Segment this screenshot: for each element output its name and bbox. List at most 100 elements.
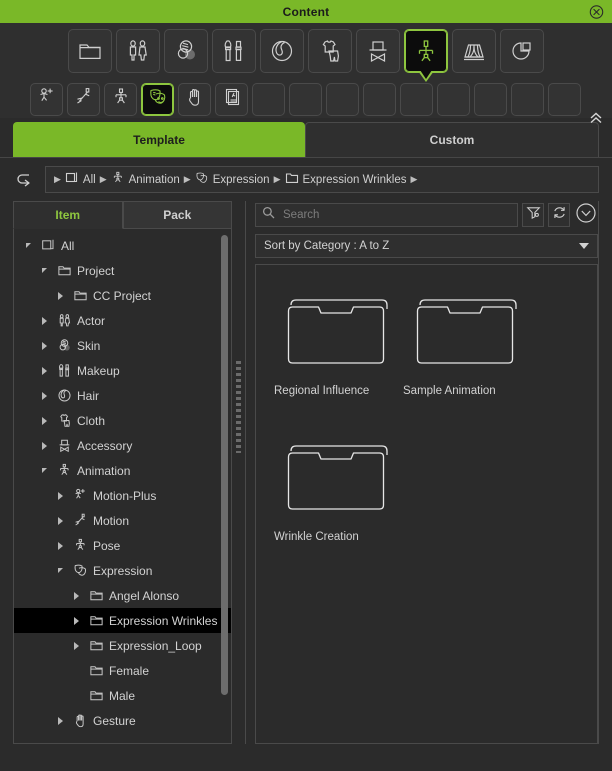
search-input[interactable] bbox=[281, 208, 511, 222]
breadcrumb-label-2: Expression bbox=[212, 173, 270, 186]
grid-item[interactable]: Regional Influence bbox=[274, 281, 403, 397]
tree-expand-toggle-closed[interactable] bbox=[54, 716, 67, 725]
toolbar2-slot-14[interactable] bbox=[511, 83, 544, 116]
tree-item-makeup[interactable]: Makeup bbox=[14, 358, 231, 383]
tree-expand-toggle-closed[interactable] bbox=[38, 416, 51, 425]
tree-expand-toggle-open[interactable] bbox=[22, 243, 35, 248]
toolbar-button-project[interactable] bbox=[68, 29, 112, 73]
toolbar2-button-script[interactable] bbox=[215, 83, 248, 116]
tree-item-accessory[interactable]: Accessory bbox=[14, 433, 231, 458]
toolbar-button-actor[interactable] bbox=[116, 29, 160, 73]
tab-template[interactable]: Template bbox=[13, 122, 305, 157]
toolbar2-button-gesture[interactable] bbox=[178, 83, 211, 116]
tree-item-skin[interactable]: Skin bbox=[14, 333, 231, 358]
content-grid[interactable]: Regional Influence Sample Animation Wrinkl… bbox=[255, 264, 598, 744]
tree-item-pose[interactable]: Pose bbox=[14, 533, 231, 558]
toolbar2-slot-11[interactable] bbox=[400, 83, 433, 116]
tab-item[interactable]: Item bbox=[13, 201, 123, 229]
toolbar-button-hair[interactable] bbox=[260, 29, 304, 73]
tree-item-project[interactable]: Project bbox=[14, 258, 231, 283]
tree-expand-toggle-closed[interactable] bbox=[70, 641, 83, 650]
tree-item-actor[interactable]: Actor bbox=[14, 308, 231, 333]
more-options-button[interactable] bbox=[574, 202, 598, 227]
breadcrumb-caret-0[interactable]: ▶ bbox=[54, 174, 61, 185]
toolbar2-slot-15[interactable] bbox=[548, 83, 581, 116]
search-field-wrapper[interactable] bbox=[255, 203, 518, 227]
tree-expand-toggle-closed[interactable] bbox=[54, 516, 67, 525]
sort-dropdown[interactable]: Sort by Category : A to Z bbox=[255, 234, 598, 258]
double-chevron-up-icon[interactable] bbox=[588, 111, 604, 130]
tree-expand-toggle-open[interactable] bbox=[38, 468, 51, 473]
panel-splitter[interactable] bbox=[232, 201, 245, 744]
breadcrumb-caret-4[interactable]: ▶ bbox=[410, 174, 417, 185]
breadcrumb[interactable]: ▶ All ▶ Animation ▶ Expression ▶ Express… bbox=[45, 166, 599, 193]
grid-item[interactable]: Wrinkle Creation bbox=[274, 427, 403, 543]
splitter-grip[interactable] bbox=[236, 361, 241, 453]
tree-item-cloth[interactable]: Cloth bbox=[14, 408, 231, 433]
toolbar-button-stage[interactable] bbox=[452, 29, 496, 73]
toolbar-button-skin[interactable] bbox=[164, 29, 208, 73]
tab-pack[interactable]: Pack bbox=[122, 201, 232, 229]
toolbar2-slot-9[interactable] bbox=[326, 83, 359, 116]
tree-expand-toggle-closed[interactable] bbox=[54, 541, 67, 550]
tree-expand-toggle-closed[interactable] bbox=[38, 441, 51, 450]
breadcrumb-item-expression-wrinkles[interactable]: Expression Wrinkles bbox=[285, 172, 406, 187]
toolbar2-button-pose[interactable] bbox=[104, 83, 137, 116]
refresh-button[interactable] bbox=[548, 203, 570, 227]
folder-thumb-icon bbox=[274, 427, 403, 525]
running-figure-icon bbox=[72, 513, 88, 529]
tree-expand-toggle-closed[interactable] bbox=[38, 341, 51, 350]
toolbar-button-makeup[interactable] bbox=[212, 29, 256, 73]
tree-item-all[interactable]: All bbox=[14, 233, 231, 258]
toolbar2-slot-10[interactable] bbox=[363, 83, 396, 116]
tree-expand-toggle-closed[interactable] bbox=[38, 366, 51, 375]
tree-item-hair[interactable]: Hair bbox=[14, 383, 231, 408]
tree-expand-toggle-open[interactable] bbox=[38, 268, 51, 273]
breadcrumb-item-expression[interactable]: Expression bbox=[195, 171, 270, 188]
toolbar2-button-motion[interactable] bbox=[67, 83, 100, 116]
item-pack-tabs: Item Pack bbox=[13, 201, 232, 229]
filter-settings-button[interactable] bbox=[522, 203, 544, 227]
breadcrumb-caret-2[interactable]: ▶ bbox=[184, 174, 191, 185]
close-icon[interactable] bbox=[589, 4, 604, 19]
tree-expand-toggle-closed[interactable] bbox=[70, 591, 83, 600]
tree-expand-toggle-closed[interactable] bbox=[38, 316, 51, 325]
tree-item-motion-plus[interactable]: Motion-Plus bbox=[14, 483, 231, 508]
tree-expand-toggle-closed[interactable] bbox=[54, 291, 67, 300]
tree-expand-toggle-closed[interactable] bbox=[38, 391, 51, 400]
category-tree[interactable]: All Project CC Project Actor Skin Makeup Hair C… bbox=[13, 229, 232, 744]
left-panel: Item Pack All Project CC Project Actor Skin M… bbox=[13, 201, 232, 744]
breadcrumb-item-all[interactable]: All bbox=[65, 171, 96, 188]
breadcrumb-caret-1[interactable]: ▶ bbox=[100, 174, 107, 185]
toolbar2-slot-12[interactable] bbox=[437, 83, 470, 116]
tree-item-motion[interactable]: Motion bbox=[14, 508, 231, 533]
tree-item-gesture[interactable]: Gesture bbox=[14, 708, 231, 733]
toolbar-button-cloth[interactable] bbox=[308, 29, 352, 73]
tree-item-expression-loop[interactable]: Expression_Loop bbox=[14, 633, 231, 658]
toolbar-button-animation[interactable] bbox=[404, 29, 448, 82]
tree-expand-toggle-closed[interactable] bbox=[70, 616, 83, 625]
toolbar2-slot-8[interactable] bbox=[289, 83, 322, 116]
toolbar-button-accessory[interactable] bbox=[356, 29, 400, 73]
toolbar2-slot-13[interactable] bbox=[474, 83, 507, 116]
tab-custom[interactable]: Custom bbox=[305, 122, 599, 157]
tree-item-expression[interactable]: Expression bbox=[14, 558, 231, 583]
toolbar2-slot-7[interactable] bbox=[252, 83, 285, 116]
breadcrumb-item-animation[interactable]: Animation bbox=[111, 171, 180, 188]
breadcrumb-caret-3[interactable]: ▶ bbox=[274, 174, 281, 185]
tree-item-cc-project[interactable]: CC Project bbox=[14, 283, 231, 308]
grid-item[interactable]: Sample Animation bbox=[403, 281, 532, 397]
tree-expand-toggle-open[interactable] bbox=[54, 568, 67, 573]
toolbar2-button-motion-plus[interactable] bbox=[30, 83, 63, 116]
tree-item-expression-wrinkles[interactable]: Expression Wrinkles bbox=[14, 608, 231, 633]
toolbar2-button-expression[interactable] bbox=[141, 83, 174, 116]
tree-expand-toggle-closed[interactable] bbox=[54, 491, 67, 500]
folder-thumb-icon bbox=[274, 281, 403, 379]
toolbar-button-misc[interactable] bbox=[500, 29, 544, 73]
tree-scrollbar-thumb[interactable] bbox=[221, 235, 228, 695]
back-arrow-icon[interactable] bbox=[13, 169, 35, 191]
tree-item-female[interactable]: Female bbox=[14, 658, 231, 683]
tree-item-male[interactable]: Male bbox=[14, 683, 231, 708]
tree-item-angel-alonso[interactable]: Angel Alonso bbox=[14, 583, 231, 608]
tree-item-animation[interactable]: Animation bbox=[14, 458, 231, 483]
